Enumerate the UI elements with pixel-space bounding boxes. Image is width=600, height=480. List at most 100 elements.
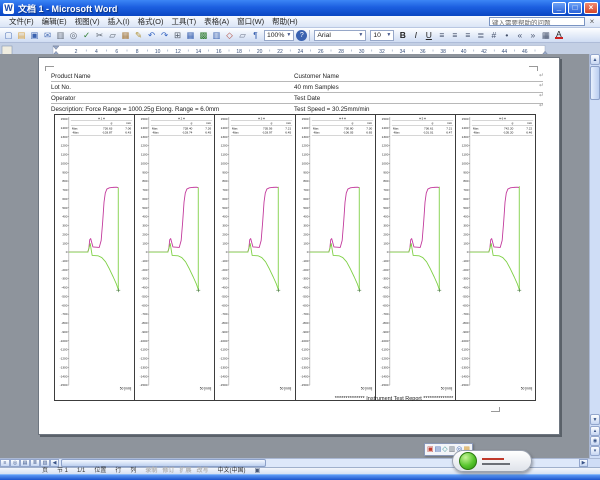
insert-excel-icon[interactable]: ▩ (197, 29, 210, 41)
tables-borders-icon[interactable]: ⊞ (171, 29, 184, 41)
svg-text:-600: -600 (462, 303, 468, 307)
help-icon[interactable]: ? (296, 30, 307, 41)
menu-item[interactable]: 格式(O) (134, 16, 168, 27)
format-painter-icon[interactable]: ✎ (132, 29, 145, 41)
line-spacing-icon[interactable]: ≣ (474, 29, 487, 41)
svg-text:50 [mm]: 50 [mm] (200, 387, 212, 391)
reading-view-button[interactable]: ▥ (40, 459, 50, 467)
restore-button[interactable]: □ (568, 2, 582, 14)
svg-text:-800: -800 (142, 321, 148, 325)
menu-item[interactable]: 窗口(W) (233, 16, 268, 27)
svg-text:600: 600 (463, 197, 468, 201)
open-folder-icon[interactable]: ▤ (15, 29, 28, 41)
svg-text:-900: -900 (222, 330, 228, 334)
svg-text:-300: -300 (302, 277, 308, 281)
insert-table-icon[interactable]: ▦ (184, 29, 197, 41)
menu-item[interactable]: 工具(T) (168, 16, 201, 27)
vertical-scrollbar[interactable]: ▲ ▼ ▴ ◉ ▾ (589, 54, 600, 458)
svg-text:-700: -700 (222, 312, 228, 316)
previous-page-button[interactable]: ▴ (590, 426, 600, 436)
svg-text:100: 100 (463, 241, 468, 245)
increase-indent-icon[interactable]: » (526, 29, 539, 41)
italic-button[interactable]: I (409, 29, 422, 41)
svg-text:-100: -100 (222, 259, 228, 263)
close-button[interactable]: × (584, 2, 598, 14)
scroll-up-button[interactable]: ▲ (590, 54, 600, 65)
document-map-icon[interactable]: ▱ (236, 29, 249, 41)
svg-text:-900: -900 (61, 330, 67, 334)
redo-icon[interactable]: ↷ (158, 29, 171, 41)
align-center-icon[interactable]: ≡ (448, 29, 461, 41)
help-search-box[interactable]: 键入需要帮助的问题 (489, 17, 585, 26)
help-close-icon[interactable]: × (587, 17, 597, 26)
svg-text:-105.20: -105.20 (503, 131, 514, 135)
svg-text:500: 500 (143, 206, 148, 210)
email-icon[interactable]: ✉ (41, 29, 54, 41)
next-page-button[interactable]: ▾ (590, 446, 600, 456)
floating-status-widget[interactable] (452, 450, 532, 472)
font-name-select[interactable]: Arial▼ (314, 30, 366, 41)
align-left-icon[interactable]: ≡ (435, 29, 448, 41)
svg-text:mm: mm (447, 121, 453, 125)
undo-icon[interactable]: ↶ (145, 29, 158, 41)
normal-view-button[interactable]: ≡ (0, 459, 10, 467)
bold-button[interactable]: B (396, 29, 409, 41)
horizontal-ruler[interactable]: 2468101214161820222426283032343638404244… (0, 43, 600, 54)
font-size-select[interactable]: 10▼ (370, 30, 394, 41)
show-formatting-icon[interactable]: ¶ (249, 29, 262, 41)
zoom-select[interactable]: 100%▼ (264, 30, 294, 41)
font-color-icon[interactable]: A (552, 29, 565, 41)
drawing-icon[interactable]: ◇ (223, 29, 236, 41)
outline-view-button[interactable]: ≣ (30, 459, 40, 467)
svg-text:300: 300 (143, 224, 148, 228)
underline-button[interactable]: U (422, 29, 435, 41)
svg-text:200: 200 (303, 232, 308, 236)
spelling-icon[interactable]: ✓ (80, 29, 93, 41)
force-elongation-chart: 1500140013001200110010009008007006005004… (456, 115, 535, 400)
browse-object-button[interactable]: ◉ (590, 436, 600, 446)
chart-panel-3: 1500140013001200110010009008007006005004… (215, 115, 295, 400)
print-preview-icon[interactable]: ◎ (67, 29, 80, 41)
menu-item[interactable]: 视图(V) (71, 16, 104, 27)
scroll-down-button[interactable]: ▼ (590, 414, 600, 425)
menu-item[interactable]: 插入(I) (104, 16, 134, 27)
align-right-icon[interactable]: ≡ (461, 29, 474, 41)
vertical-scroll-thumb[interactable] (590, 66, 600, 100)
save-icon[interactable]: ▣ (28, 29, 41, 41)
menu-item[interactable]: 文件(F) (5, 16, 38, 27)
svg-text:-500: -500 (302, 294, 308, 298)
print-icon[interactable]: ▥ (54, 29, 67, 41)
mini-tool-icon-3[interactable]: ◇ (442, 445, 447, 454)
menu-item[interactable]: 表格(A) (200, 16, 233, 27)
decrease-indent-icon[interactable]: « (513, 29, 526, 41)
web-layout-button[interactable]: ◎ (10, 459, 20, 467)
windows-taskbar[interactable] (0, 474, 600, 480)
svg-text:-1200: -1200 (460, 357, 468, 361)
svg-text:-1500: -1500 (460, 383, 468, 387)
svg-text:-100: -100 (302, 259, 308, 263)
minimize-button[interactable]: _ (552, 2, 566, 14)
svg-text:-600: -600 (61, 303, 67, 307)
menu-item[interactable]: 编辑(E) (38, 16, 71, 27)
cut-icon[interactable]: ✂ (93, 29, 106, 41)
scroll-right-button[interactable]: ▶ (579, 459, 588, 467)
new-document-icon[interactable]: ▢ (2, 29, 15, 41)
border-icon[interactable]: ▦ (539, 29, 552, 41)
columns-icon[interactable]: ▥ (210, 29, 223, 41)
print-layout-button[interactable]: ▤ (20, 459, 30, 467)
svg-text:-1200: -1200 (60, 357, 68, 361)
mini-tool-icon-1[interactable]: ▣ (427, 445, 434, 454)
copy-icon[interactable]: ▱ (106, 29, 119, 41)
svg-text:-1400: -1400 (460, 374, 468, 378)
svg-text:-100: -100 (382, 259, 388, 263)
svg-text:-300: -300 (142, 277, 148, 281)
bullets-icon[interactable]: • (500, 29, 513, 41)
numbering-icon[interactable]: # (487, 29, 500, 41)
scroll-left-button[interactable]: ◀ (50, 459, 59, 467)
menu-item[interactable]: 帮助(H) (268, 16, 301, 27)
document-page[interactable]: Product Name Customer Name Lot No. 40 mm… (38, 57, 560, 435)
horizontal-scroll-thumb[interactable] (61, 459, 266, 467)
mini-tool-icon-2[interactable]: ▤ (435, 445, 442, 454)
paste-icon[interactable]: ▦ (119, 29, 132, 41)
svg-text:-900: -900 (142, 330, 148, 334)
